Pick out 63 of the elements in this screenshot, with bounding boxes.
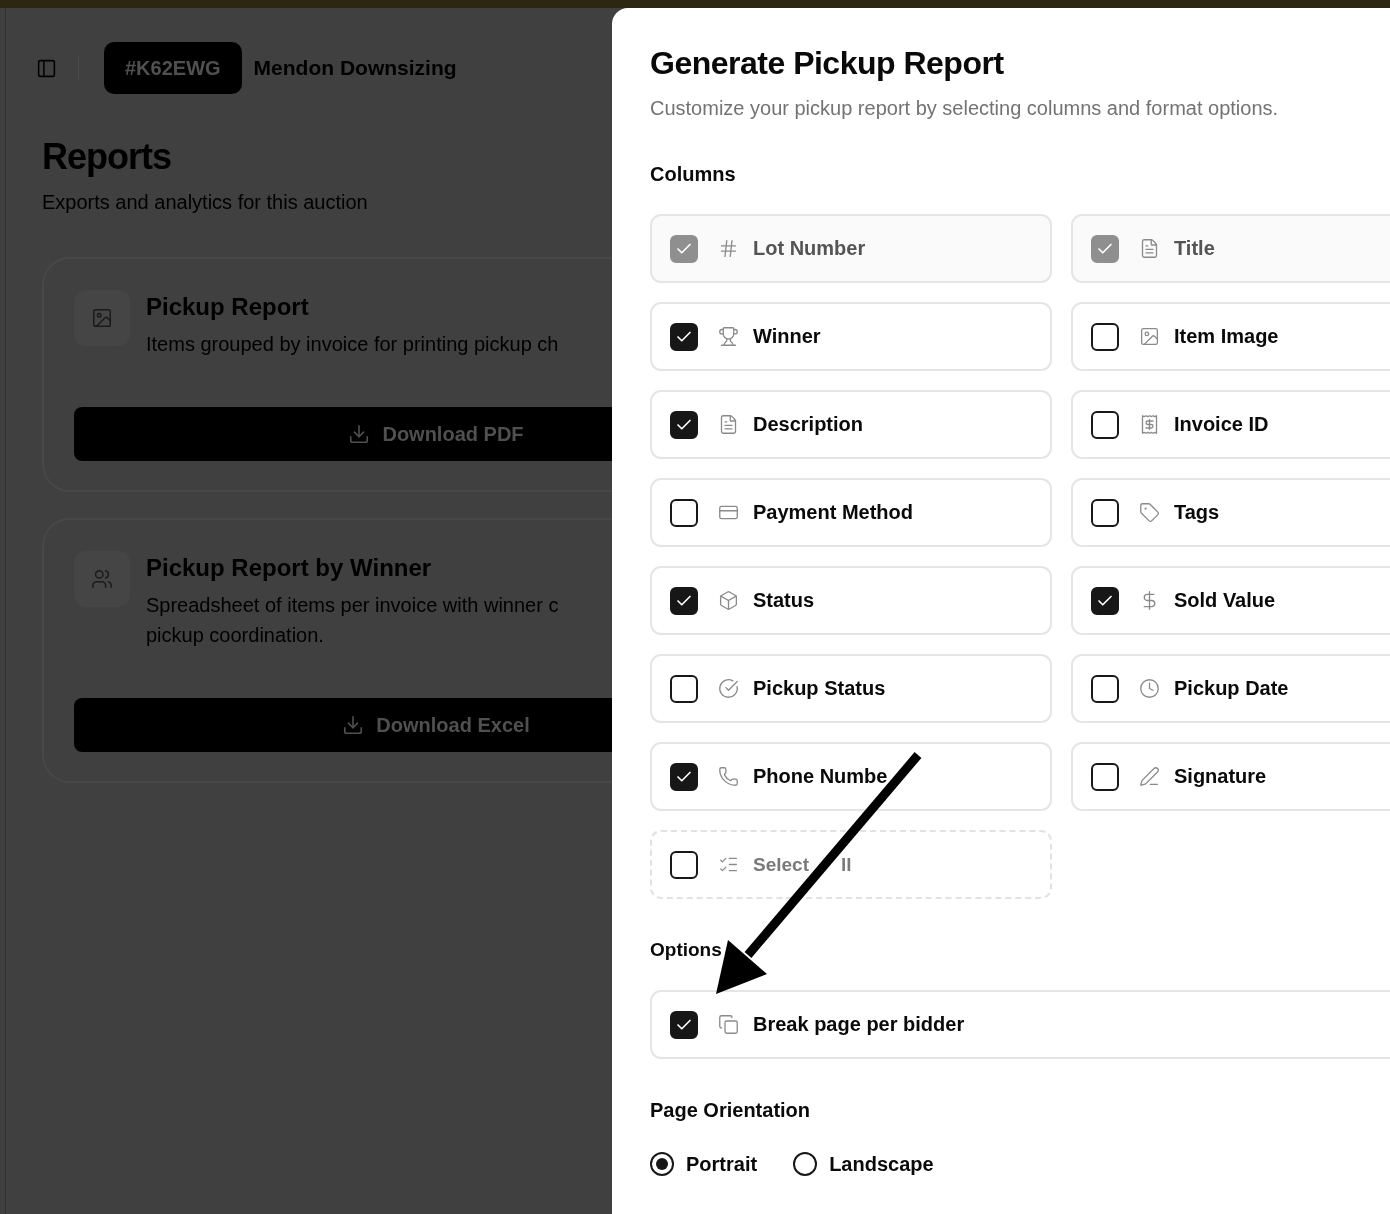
- tag-icon: [1139, 502, 1160, 523]
- checkbox[interactable]: [670, 410, 698, 439]
- clock-icon: [1139, 678, 1160, 699]
- hash-icon: [718, 238, 739, 259]
- checkbox[interactable]: [1091, 410, 1119, 439]
- checkbox[interactable]: [670, 498, 698, 527]
- document-icon: [718, 414, 739, 435]
- page-title: Reports: [42, 135, 172, 179]
- box-icon: [718, 590, 739, 611]
- report-title: Pickup Report by Winner: [146, 553, 432, 583]
- page-subtitle: Exports and analytics for this auction: [42, 190, 368, 215]
- column-option[interactable]: Pickup Date: [1071, 654, 1390, 723]
- report-description: Spreadsheet of items per invoice with winner c pickup coordination.: [146, 593, 559, 648]
- column-option[interactable]: Item Image: [1071, 302, 1390, 371]
- checkbox[interactable]: [1091, 674, 1119, 703]
- download-icon: [348, 423, 371, 445]
- sidebar-toggle-icon[interactable]: [36, 57, 57, 79]
- dialog-title: Generate Pickup Report: [650, 44, 1004, 83]
- column-option[interactable]: Description: [650, 390, 1052, 459]
- column-option[interactable]: Status: [650, 566, 1052, 635]
- checkbox[interactable]: [670, 322, 698, 351]
- report-description: Items grouped by invoice for printing pickup ch: [146, 332, 559, 357]
- column-option[interactable]: Tags: [1071, 478, 1390, 547]
- image-icon: [74, 290, 130, 346]
- column-option[interactable]: Signature: [1071, 742, 1390, 811]
- report-title: Pickup Report: [146, 292, 309, 322]
- phone-icon: [718, 766, 739, 787]
- column-option[interactable]: Invoice ID: [1071, 390, 1390, 459]
- column-option[interactable]: Payment Method: [650, 478, 1052, 547]
- dialog-subtitle: Customize your pickup report by selecting columns and format options.: [650, 96, 1279, 121]
- column-option[interactable]: Sold Value: [1071, 566, 1390, 635]
- copy-icon: [718, 1014, 739, 1035]
- checkbox[interactable]: [670, 1010, 698, 1039]
- radio-button[interactable]: [650, 1152, 674, 1176]
- column-option[interactable]: Pickup Status: [650, 654, 1052, 723]
- checkbox[interactable]: [670, 762, 698, 791]
- column-option[interactable]: Phone Numbe: [650, 742, 1052, 811]
- column-option[interactable]: Winner: [650, 302, 1052, 371]
- section-heading: Options: [650, 938, 722, 962]
- trophy-icon: [718, 326, 739, 347]
- checkbox[interactable]: [1091, 322, 1119, 351]
- checkbox[interactable]: [1091, 762, 1119, 791]
- orientation-radio[interactable]: Portrait: [650, 1150, 758, 1178]
- radio-button[interactable]: [793, 1152, 818, 1176]
- pen-icon: [1139, 766, 1160, 787]
- section-heading: Page Orientation: [650, 1098, 811, 1123]
- auction-code: #K62EWG: [104, 42, 242, 94]
- auction-name: Mendon Downsizing: [253, 56, 457, 80]
- section-heading: Columns: [650, 162, 736, 187]
- checkbox[interactable]: [670, 850, 698, 879]
- checkbox[interactable]: [670, 586, 698, 615]
- document-icon: [1139, 238, 1160, 259]
- receipt-icon: [1139, 414, 1160, 435]
- select-all-option[interactable]: Select ll: [650, 830, 1052, 899]
- circle-check-icon: [718, 678, 739, 699]
- option-checkbox[interactable]: Break page per bidder: [650, 990, 1390, 1059]
- checkbox[interactable]: [1091, 498, 1119, 527]
- orientation-radio[interactable]: Landscape: [793, 1150, 934, 1178]
- users-icon: [74, 551, 130, 607]
- download-icon: [342, 714, 365, 736]
- checkbox[interactable]: [1091, 586, 1119, 615]
- image-icon: [1139, 326, 1160, 347]
- checkbox[interactable]: [670, 674, 698, 703]
